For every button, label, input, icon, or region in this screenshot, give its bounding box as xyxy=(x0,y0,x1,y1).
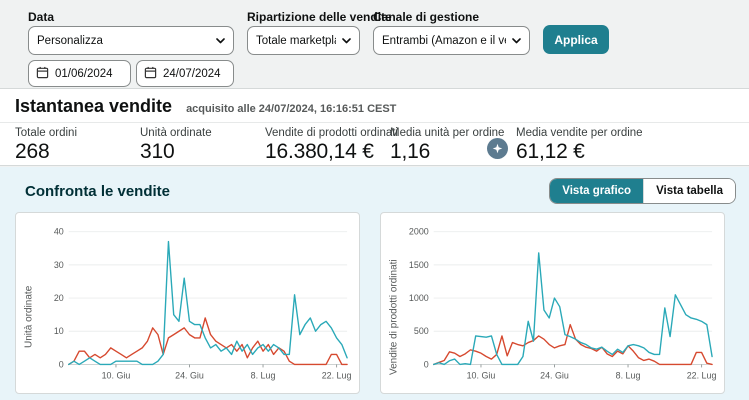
start-date-input[interactable]: 01/06/2024 xyxy=(28,60,131,87)
svg-text:0: 0 xyxy=(424,359,429,369)
chevron-down-icon xyxy=(216,38,225,44)
y-axis-label: Unità ordinate xyxy=(22,221,36,391)
end-date-input[interactable]: 24/07/2024 xyxy=(136,60,234,87)
units-ordered-chart[interactable]: 0 10 20 30 40 10. Giu 24. Giu 8. Lug 22. Lug xyxy=(36,221,355,389)
metric-ordered-product-sales: Vendite di prodotti ordinati 16.380,14 € xyxy=(265,127,398,164)
svg-text:22. Lug: 22. Lug xyxy=(687,370,717,380)
svg-text:24. Giu: 24. Giu xyxy=(175,370,204,380)
date-range-select[interactable]: Personalizza xyxy=(28,26,234,55)
chevron-down-icon xyxy=(342,38,351,44)
metric-value: 268 xyxy=(15,140,77,164)
svg-text:8. Lug: 8. Lug xyxy=(251,370,276,380)
tab-table-view[interactable]: Vista tabella xyxy=(643,179,735,203)
tab-graph-view[interactable]: Vista grafico xyxy=(550,179,643,203)
view-toggle: Vista grafico Vista tabella xyxy=(549,178,736,204)
sales-dashboard: Data Personalizza 01/06/2024 24/07/2024 … xyxy=(0,0,749,400)
start-date-value: 01/06/2024 xyxy=(55,68,113,80)
date-filter-label: Data xyxy=(28,10,54,24)
metric-units-ordered: Unità ordinate 310 xyxy=(140,127,212,164)
chevron-down-icon xyxy=(512,38,521,44)
product-sales-chart-card: Vendite di prodotti ordinati 0 500 1000 150… xyxy=(380,212,725,394)
svg-text:10. Giu: 10. Giu xyxy=(467,370,496,380)
metric-total-orders: Totale ordini 268 xyxy=(15,127,77,164)
snapshot-timestamp: acquisito alle 24/07/2024, 16:16:51 CEST xyxy=(186,103,396,115)
metric-avg-sales-per-order: Media vendite per ordine 61,12 € xyxy=(516,127,643,164)
metric-value: 61,12 € xyxy=(516,140,643,164)
compare-sales-section: Confronta le vendite Vista grafico Vista… xyxy=(0,167,749,400)
metric-value: 310 xyxy=(140,140,212,164)
metric-label: Totale ordini xyxy=(15,127,77,139)
sparkle-badge-icon[interactable] xyxy=(487,138,508,159)
filter-bar: Data Personalizza 01/06/2024 24/07/2024 … xyxy=(0,0,749,88)
apply-button[interactable]: Applica xyxy=(543,25,609,54)
channel-filter-label: Canale di gestione xyxy=(373,10,479,24)
date-range-value: Personalizza xyxy=(37,35,103,47)
calendar-icon xyxy=(144,66,157,82)
metric-label: Unità ordinate xyxy=(140,127,212,139)
svg-text:2000: 2000 xyxy=(409,227,429,237)
svg-text:10: 10 xyxy=(54,326,64,336)
sales-snapshot-card: Istantanea vendite acquisito alle 24/07/… xyxy=(0,88,749,166)
svg-text:30: 30 xyxy=(54,260,64,270)
channel-select[interactable]: Entrambi (Amazon e il venditore) xyxy=(373,26,530,55)
channel-value: Entrambi (Amazon e il venditore) xyxy=(382,35,506,47)
svg-text:1000: 1000 xyxy=(409,293,429,303)
svg-text:10. Giu: 10. Giu xyxy=(102,370,131,380)
svg-text:1500: 1500 xyxy=(409,260,429,270)
breakdown-filter-label: Ripartizione delle vendite xyxy=(247,10,392,24)
units-ordered-chart-card: Unità ordinate 0 10 20 30 40 10. Giu 24. Giu 8.… xyxy=(15,212,360,394)
breakdown-value: Totale marketplace xyxy=(256,35,336,47)
svg-text:40: 40 xyxy=(54,227,64,237)
calendar-icon xyxy=(36,66,49,82)
product-sales-chart[interactable]: 0 500 1000 1500 2000 10. Giu 24. Giu 8. Lug 22. … xyxy=(401,221,720,389)
metric-label: Vendite di prodotti ordinati xyxy=(265,127,398,139)
metric-label: Media unità per ordine xyxy=(390,127,504,139)
svg-text:24. Giu: 24. Giu xyxy=(540,370,569,380)
svg-text:22. Lug: 22. Lug xyxy=(322,370,352,380)
metric-label: Media vendite per ordine xyxy=(516,127,643,139)
divider xyxy=(0,122,749,123)
snapshot-title: Istantanea vendite xyxy=(15,96,172,117)
compare-title: Confronta le vendite xyxy=(25,183,170,200)
svg-text:0: 0 xyxy=(59,359,64,369)
breakdown-select[interactable]: Totale marketplace xyxy=(247,26,360,55)
end-date-value: 24/07/2024 xyxy=(163,68,221,80)
y-axis-label: Vendite di prodotti ordinati xyxy=(387,221,401,391)
metric-value: 16.380,14 € xyxy=(265,140,398,164)
svg-text:20: 20 xyxy=(54,293,64,303)
svg-text:8. Lug: 8. Lug xyxy=(616,370,641,380)
svg-text:500: 500 xyxy=(414,326,429,336)
